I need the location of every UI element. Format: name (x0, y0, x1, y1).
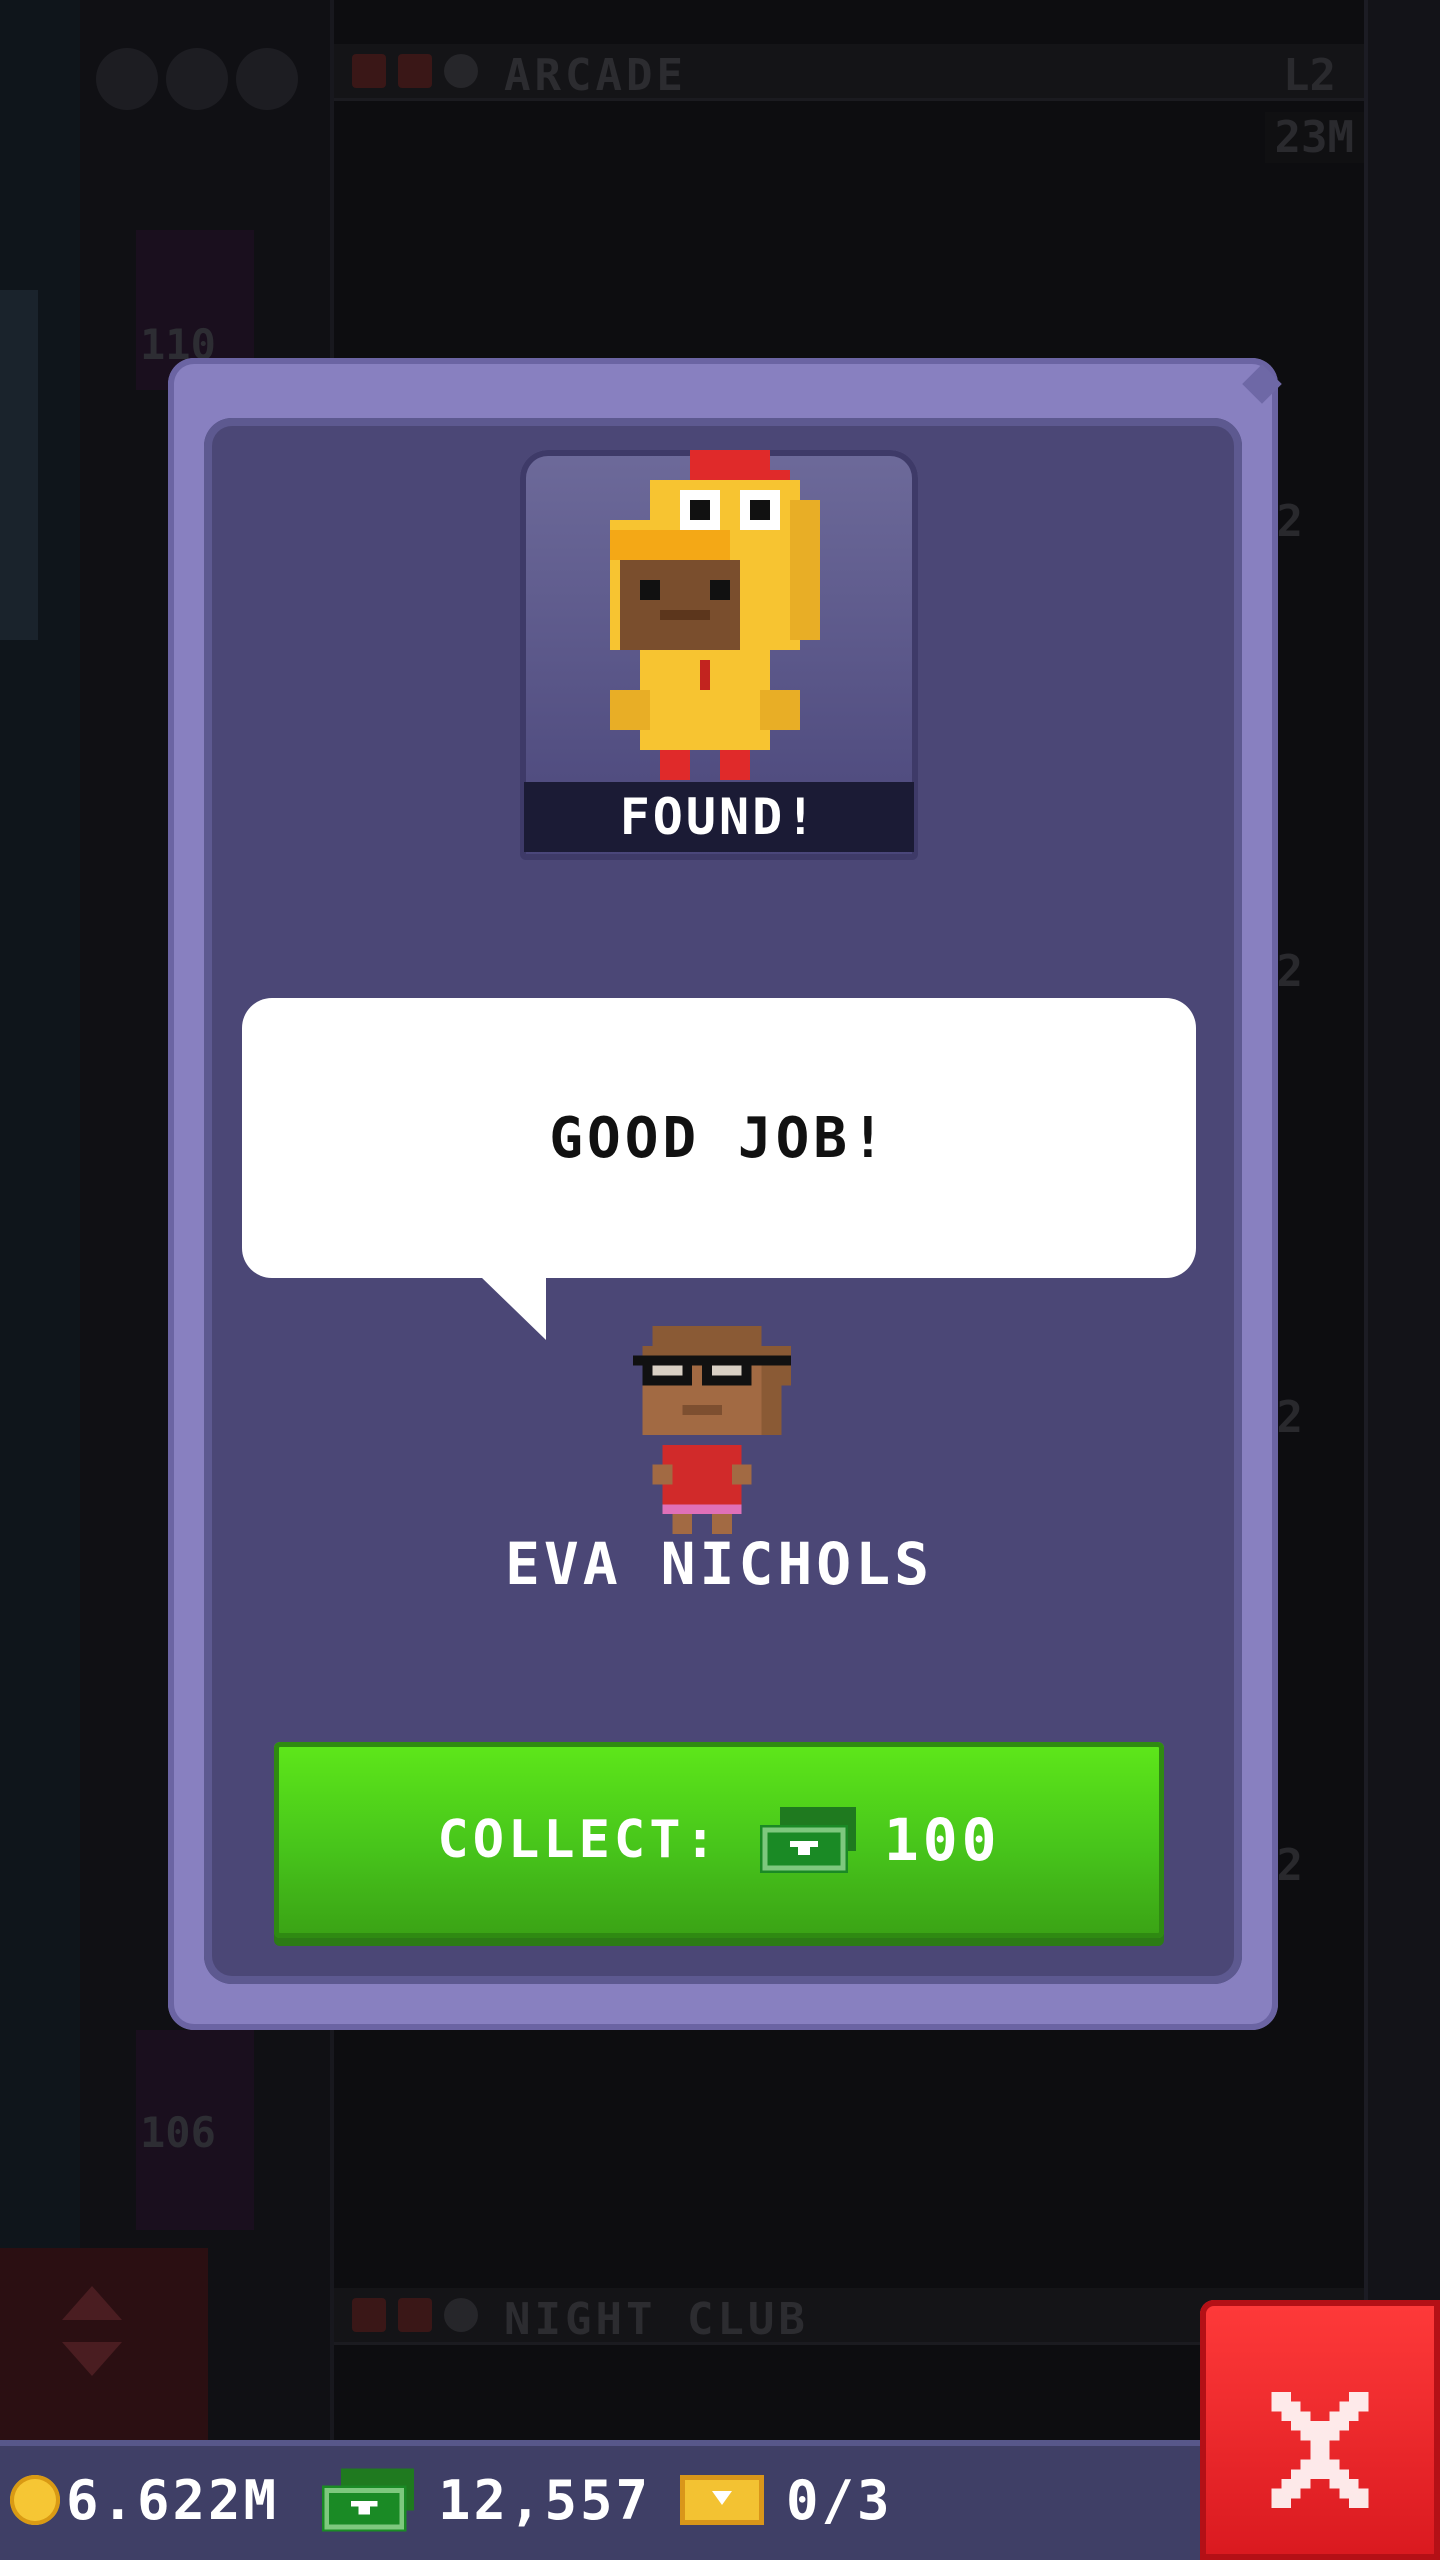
elevator-car (0, 290, 38, 640)
right-edge (1364, 0, 1440, 2440)
x-icon (398, 2298, 432, 2332)
x-icon (398, 54, 432, 88)
floor-name: NIGHT CLUB (504, 2294, 809, 2345)
tickets-counter[interactable]: 0/3 (680, 2458, 893, 2542)
collect-button[interactable]: COLLECT: 100 (274, 1742, 1164, 1938)
coins-counter[interactable]: 6.622M (10, 2458, 279, 2542)
arrow-down-icon (62, 2342, 122, 2376)
ticket-icon (680, 2475, 764, 2525)
x-icon (352, 2298, 386, 2332)
coins-value: 6.622M (66, 2468, 280, 2532)
star-icon (236, 48, 298, 110)
collect-label: COLLECT: (437, 1810, 720, 1870)
clock-icon (444, 2298, 478, 2332)
collect-amount: 100 (883, 1806, 1001, 1874)
star-icon (166, 48, 228, 110)
found-label: FOUND! (524, 782, 914, 852)
tickets-value: 0/3 (786, 2468, 893, 2532)
floor-row-arcade[interactable]: ARCADE L2 (334, 44, 1364, 101)
floor-name: ARCADE (504, 50, 687, 101)
floor-status-icons (352, 2298, 490, 2336)
floor-status-icons (352, 54, 490, 92)
star-icon (96, 48, 158, 110)
floor-number: 106 (140, 2108, 216, 2157)
close-icon (1271, 2392, 1369, 2508)
coin-icon (10, 2475, 60, 2525)
speech-bubble: GOOD JOB! (242, 998, 1196, 1278)
bux-value: 12,557 (438, 2468, 652, 2532)
bux-counter[interactable]: 12,557 (322, 2458, 651, 2542)
eva-nichols-avatar (632, 1326, 792, 1534)
close-button[interactable] (1200, 2300, 1440, 2560)
speech-bubble-tail (480, 1276, 546, 1340)
bux-icon (322, 2468, 415, 2532)
clock-icon (444, 54, 478, 88)
found-card: FOUND! (520, 450, 918, 860)
floor-cost: 23M (1264, 112, 1364, 163)
speech-text: GOOD JOB! (549, 1105, 889, 1171)
arrow-up-icon (62, 2286, 122, 2320)
bux-icon (759, 1807, 856, 1873)
elevator-button[interactable] (0, 2248, 208, 2440)
floor-level: L2 (1283, 50, 1336, 101)
npc-name: EVA NICHOLS (504, 1530, 934, 1598)
chicken-costume-bitizen-icon (610, 450, 820, 780)
x-icon (352, 54, 386, 88)
